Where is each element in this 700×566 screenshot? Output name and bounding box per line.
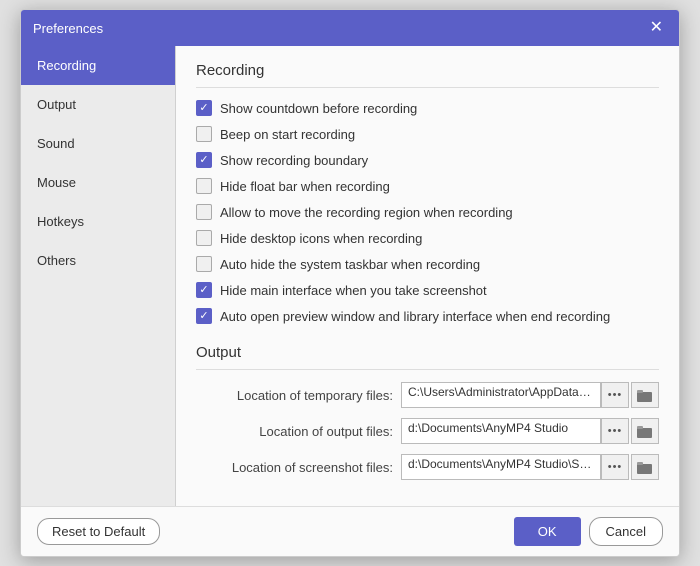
checkbox-row: Show recording boundary	[196, 152, 659, 168]
checkbox-row: Auto open preview window and library int…	[196, 308, 659, 324]
output-dots-button[interactable]: •••	[601, 418, 629, 444]
checkbox[interactable]	[196, 100, 212, 116]
checkbox-row: Hide main interface when you take screen…	[196, 282, 659, 298]
checkbox-label: Auto open preview window and library int…	[220, 309, 610, 324]
checkbox-label: Hide main interface when you take screen…	[220, 283, 487, 298]
output-row: Location of screenshot files: d:\Document…	[196, 454, 659, 480]
output-field-value[interactable]: C:\Users\Administrator\AppData\Lo	[401, 382, 601, 408]
footer-right-buttons: OK Cancel	[514, 517, 663, 546]
dialog-title: Preferences	[33, 21, 103, 36]
cancel-button[interactable]: Cancel	[589, 517, 663, 546]
checkbox[interactable]	[196, 152, 212, 168]
sidebar-item-recording[interactable]: Recording	[21, 46, 175, 85]
output-field-label: Location of screenshot files:	[232, 460, 393, 475]
checkbox-row: Show countdown before recording	[196, 100, 659, 116]
title-bar: Preferences ✕	[21, 10, 679, 46]
checkboxes-container: Show countdown before recording Beep on s…	[196, 100, 659, 324]
output-field-value[interactable]: d:\Documents\AnyMP4 Studio\Snap	[401, 454, 601, 480]
output-section: Output Location of temporary files: C:\Us…	[196, 344, 659, 480]
checkbox-label: Hide desktop icons when recording	[220, 231, 422, 246]
output-folder-button[interactable]	[631, 454, 659, 480]
output-rows-container: Location of temporary files: C:\Users\Adm…	[196, 382, 659, 480]
checkbox[interactable]	[196, 204, 212, 220]
dialog-body: RecordingOutputSoundMouseHotkeysOthers R…	[21, 46, 679, 506]
checkbox-label: Allow to move the recording region when …	[220, 205, 513, 220]
checkbox-row: Hide desktop icons when recording	[196, 230, 659, 246]
checkbox-label: Auto hide the system taskbar when record…	[220, 257, 480, 272]
checkbox-row: Hide float bar when recording	[196, 178, 659, 194]
ok-button[interactable]: OK	[514, 517, 581, 546]
sidebar-item-mouse[interactable]: Mouse	[21, 163, 175, 202]
checkbox-row: Auto hide the system taskbar when record…	[196, 256, 659, 272]
sidebar-item-sound[interactable]: Sound	[21, 124, 175, 163]
preferences-dialog: Preferences ✕ RecordingOutputSoundMouseH…	[20, 9, 680, 557]
dialog-footer: Reset to Default OK Cancel	[21, 506, 679, 556]
checkbox-row: Beep on start recording	[196, 126, 659, 142]
checkbox-label: Show countdown before recording	[220, 101, 417, 116]
checkbox-row: Allow to move the recording region when …	[196, 204, 659, 220]
recording-section-title: Recording	[196, 62, 659, 88]
checkbox[interactable]	[196, 126, 212, 142]
output-field-label: Location of output files:	[259, 424, 393, 439]
sidebar: RecordingOutputSoundMouseHotkeysOthers	[21, 46, 176, 506]
output-row: Location of output files: d:\Documents\An…	[196, 418, 659, 444]
output-folder-button[interactable]	[631, 418, 659, 444]
output-field-label: Location of temporary files:	[237, 388, 393, 403]
output-dots-button[interactable]: •••	[601, 454, 629, 480]
content-area: Recording Show countdown before recordin…	[176, 46, 679, 506]
checkbox[interactable]	[196, 178, 212, 194]
checkbox[interactable]	[196, 282, 212, 298]
output-field-value[interactable]: d:\Documents\AnyMP4 Studio	[401, 418, 601, 444]
sidebar-item-hotkeys[interactable]: Hotkeys	[21, 202, 175, 241]
checkbox[interactable]	[196, 308, 212, 324]
checkbox-label: Hide float bar when recording	[220, 179, 390, 194]
output-section-title: Output	[196, 344, 659, 370]
output-dots-button[interactable]: •••	[601, 382, 629, 408]
output-folder-button[interactable]	[631, 382, 659, 408]
checkbox[interactable]	[196, 256, 212, 272]
output-row: Location of temporary files: C:\Users\Adm…	[196, 382, 659, 408]
close-button[interactable]: ✕	[646, 18, 667, 38]
sidebar-item-others[interactable]: Others	[21, 241, 175, 280]
checkbox-label: Show recording boundary	[220, 153, 368, 168]
checkbox[interactable]	[196, 230, 212, 246]
checkbox-label: Beep on start recording	[220, 127, 355, 142]
reset-button[interactable]: Reset to Default	[37, 518, 160, 545]
sidebar-item-output[interactable]: Output	[21, 85, 175, 124]
